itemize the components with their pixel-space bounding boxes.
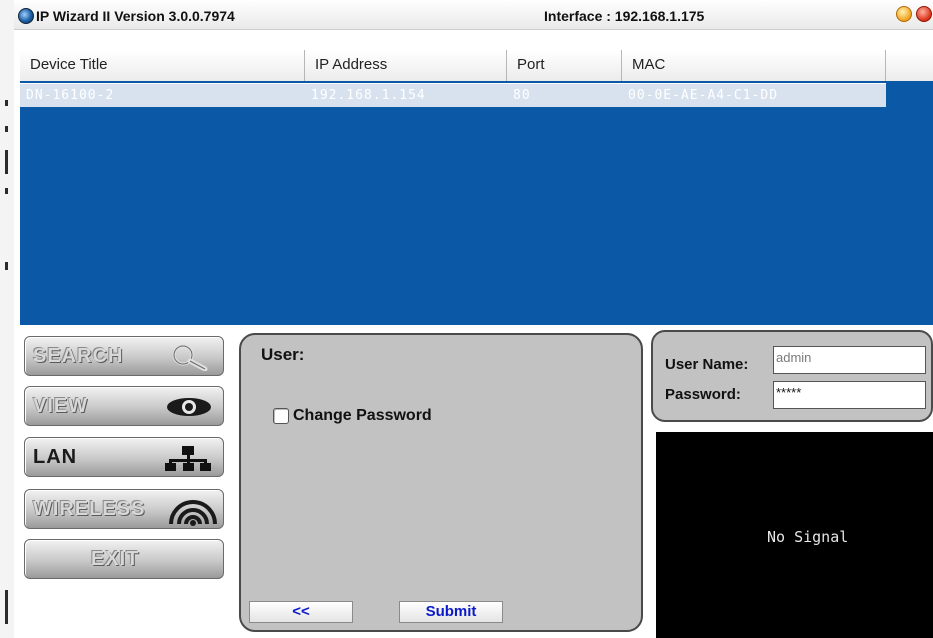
column-header-ip-address[interactable]: IP Address (305, 50, 507, 81)
password-label: Password: (665, 386, 741, 403)
device-list[interactable]: Device Title IP Address Port MAC DN-1610… (20, 50, 933, 325)
edge-mark (5, 188, 8, 194)
column-header-device-title[interactable]: Device Title (20, 50, 305, 81)
edge-mark (5, 126, 8, 132)
change-password-label[interactable]: Change Password (293, 407, 432, 425)
wireless-button-label: WIRELESS (33, 498, 146, 520)
submit-button[interactable]: Submit (399, 601, 503, 623)
interface-address: Interface : 192.168.1.175 (544, 8, 705, 24)
video-preview: No Signal (656, 432, 933, 638)
network-icon (165, 444, 213, 477)
username-field[interactable]: admin (773, 346, 926, 374)
login-panel: User Name: admin Password: ***** (651, 330, 933, 422)
search-button-label: SEARCH (33, 345, 124, 367)
outer-window-edge (0, 0, 14, 638)
column-header-filler (886, 50, 933, 81)
password-field[interactable]: ***** (773, 381, 926, 409)
lan-button[interactable]: LAN (24, 437, 224, 477)
magnifier-icon (169, 343, 213, 376)
app-globe-icon (18, 8, 34, 24)
exit-button[interactable]: EXIT (24, 539, 224, 579)
back-button[interactable]: << (249, 601, 353, 623)
edge-mark (5, 150, 8, 174)
wifi-icon (167, 496, 219, 531)
table-header: Device Title IP Address Port MAC (20, 50, 933, 81)
lan-button-label: LAN (33, 446, 78, 468)
wireless-button[interactable]: WIRELESS (24, 489, 224, 529)
edge-mark (5, 590, 8, 624)
user-panel: User: Change Password << Submit (239, 333, 643, 632)
user-heading: User: (261, 345, 305, 364)
cell-mac: 00-0E-AE-A4-C1-DD (628, 88, 779, 103)
no-signal-text: No Signal (767, 528, 849, 546)
exit-button-label: EXIT (91, 548, 140, 570)
cell-device-title: DN-16100-2 (26, 88, 115, 103)
table-row[interactable]: DN-16100-2 192.168.1.154 80 00-0E-AE-A4-… (20, 83, 886, 107)
column-header-mac[interactable]: MAC (622, 50, 886, 81)
window-title: IP Wizard II Version 3.0.0.7974 (36, 8, 235, 24)
view-button-label: VIEW (33, 395, 89, 417)
username-label: User Name: (665, 356, 749, 373)
change-password-checkbox[interactable] (273, 408, 289, 424)
close-icon[interactable] (916, 6, 932, 22)
edge-mark (5, 262, 8, 270)
minimize-icon[interactable] (896, 6, 912, 22)
cell-ip-address: 192.168.1.154 (311, 88, 426, 103)
view-button[interactable]: VIEW (24, 386, 224, 426)
cell-port: 80 (513, 88, 531, 103)
title-bar[interactable]: IP Wizard II Version 3.0.0.7974 Interfac… (14, 0, 933, 30)
eye-icon (165, 393, 213, 426)
column-header-port[interactable]: Port (507, 50, 622, 81)
edge-mark (5, 100, 8, 106)
search-button[interactable]: SEARCH (24, 336, 224, 376)
